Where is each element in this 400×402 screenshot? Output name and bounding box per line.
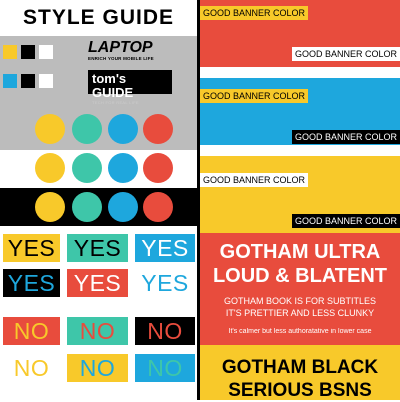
yes-tag-plain: YES [135,269,195,297]
swatch-blue [3,74,17,88]
circle-teal [72,192,102,222]
circle-yellow [35,153,65,183]
black-line-2: SERIOUS BSNS [228,380,372,401]
circle-yellow [35,114,65,144]
headline-line-2: LOUD & BLATENT [212,265,388,287]
no-tag-red: NO [3,317,60,345]
circle-teal [72,114,102,144]
banner-spacer [200,67,400,78]
banner-label-bottom: GOOD BANNER COLOR [291,130,400,144]
yes-tag-teal: YES [67,234,128,262]
typography-yellow-block: GOTHAM BLACK SERIOUS BSNS [200,345,400,401]
swatch-white [39,45,53,59]
banner-label-top: GOOD BANNER COLOR [200,89,309,103]
banner-label-top: GOOD BANNER COLOR [200,173,309,187]
no-tag-plain: NO [3,354,60,382]
banner-spacer [200,145,400,156]
toms-guide-logo-name: tom's GUIDE [92,71,134,100]
yes-tag-blue: YES [135,234,195,262]
no-tag-teal: NO [67,317,128,345]
typography-red-block: GOTHAM ULTRA LOUD & BLATENT GOTHAM BOOK … [200,233,400,345]
banner-yellow: GOOD BANNER COLOR GOOD BANNER COLOR [200,156,400,233]
page-title: STYLE GUIDE [22,6,175,29]
laptop-logo: LAPTOP ENRICH YOUR MOBILE LIFE [88,40,156,66]
banner-label-bottom: GOOD BANNER COLOR [291,214,400,228]
yes-tag-yellow: YES [3,234,60,262]
swatch-black [21,45,35,59]
toms-guide-logo: tom's GUIDE TECH FOR REAL LIFE [88,70,172,105]
circle-blue [108,114,138,144]
no-tag-yellow: NO [67,354,128,382]
circle-red [143,192,173,222]
yes-tag-black: YES [3,269,60,297]
no-tag-black: NO [135,317,195,345]
circle-red [143,114,173,144]
banner-label-top: GOOD BANNER COLOR [200,6,309,20]
subtitle-line-2: IT'S PRETTIER AND LESS CLUNKY [225,308,375,318]
banner-red: GOOD BANNER COLOR GOOD BANNER COLOR [200,0,400,67]
swatch-white [39,74,53,88]
toms-guide-logo-tagline: TECH FOR REAL LIFE [92,100,139,105]
swatch-black [21,74,35,88]
circle-red [143,153,173,183]
banner-label-bottom: GOOD BANNER COLOR [291,47,400,61]
subtitle-line-1: GOTHAM BOOK IS FOR SUBTITLES [223,296,377,306]
yes-tag-red: YES [67,269,128,297]
circle-blue [108,192,138,222]
headline-line-1: GOTHAM ULTRA [219,241,381,263]
circle-blue [108,153,138,183]
body-sample: It's calmer but less authoratative in lo… [228,328,372,335]
no-tag-blue: NO [135,354,195,382]
circle-teal [72,153,102,183]
laptop-logo-tagline: ENRICH YOUR MOBILE LIFE [88,56,154,61]
swatch-yellow [3,45,17,59]
laptop-logo-name: LAPTOP [88,39,153,56]
banner-blue: GOOD BANNER COLOR GOOD BANNER COLOR [200,78,400,145]
black-line-1: GOTHAM BLACK [221,357,379,378]
circle-yellow [35,192,65,222]
